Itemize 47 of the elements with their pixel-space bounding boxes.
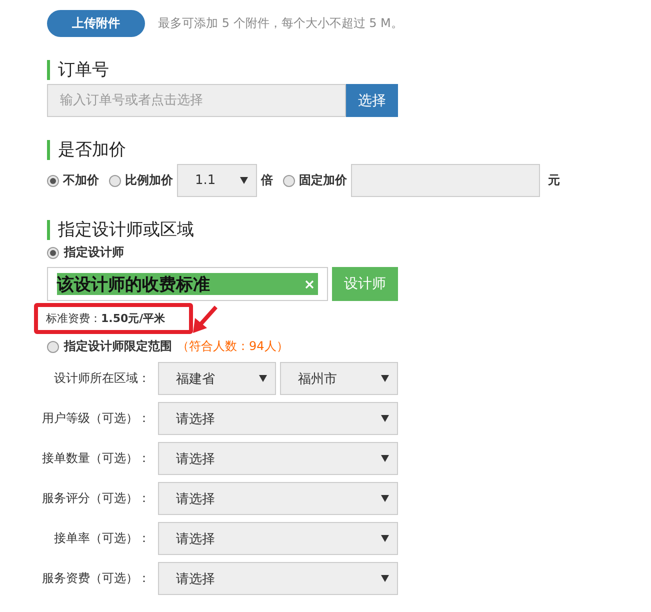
designer-field[interactable]: 该设计师的收费标准 [47,267,328,301]
unit-label: 倍 [261,172,273,189]
radio-label: 比例加价 [125,172,173,189]
fee-text: 标准资费：1.50元/平米 [46,311,166,326]
filter-select[interactable]: 福州市 [280,362,398,395]
radio-label: 固定加价 [299,172,347,189]
designer-tag: 该设计师的收费标准 [57,273,318,295]
filter-select[interactable]: 请选择 [158,482,398,515]
caret-icon [381,575,389,582]
radio-label: 不加价 [63,172,99,189]
filter-select[interactable]: 请选择 [158,402,398,435]
upload-button[interactable]: 上传附件 [47,10,145,37]
caret-icon [381,495,389,502]
filter-label: 服务评分（可选）： [41,490,150,507]
radio-label: 指定设计师限定范围 [64,338,172,355]
caret-icon [240,177,248,184]
ratio-select[interactable]: 1.1 [177,164,257,197]
order-input[interactable]: 输入订单号或者点击选择 [47,84,346,117]
filter-label: 接单数量（可选）： [41,450,150,467]
filter-select[interactable]: 请选择 [158,522,398,555]
radio-button[interactable] [47,340,59,352]
filter-label: 接单率（可选）： [53,530,150,547]
radio-button[interactable] [109,174,121,186]
caret-icon [259,375,267,382]
close-icon[interactable] [305,280,314,288]
unit-label: 元 [548,172,560,189]
upload-hint: 最多可添加 5 个附件，每个大小不超过 5 M。 [158,15,403,32]
filter-select[interactable]: 福建省 [158,362,276,395]
filter-label: 用户等级（可选）： [41,410,150,427]
section-heading: 订单号 [47,60,651,80]
radio-label: 指定设计师 [64,244,124,261]
select-button[interactable]: 选择 [346,84,398,117]
caret-icon [381,535,389,542]
radio-button[interactable] [47,174,59,186]
filter-label: 设计师所在区域： [53,370,150,387]
caret-icon [381,375,389,382]
filter-select[interactable]: 请选择 [158,562,398,595]
match-count: （符合人数：94人） [177,338,288,355]
caret-icon [381,455,389,462]
section-heading: 是否加价 [47,140,651,160]
filter-select[interactable]: 请选择 [158,442,398,475]
caret-icon [381,415,389,422]
amount-input[interactable] [351,164,540,197]
radio-button[interactable] [47,246,59,258]
filter-label: 服务资费（可选）： [41,570,150,587]
section-heading: 指定设计师或区域 [47,220,651,240]
radio-button[interactable] [283,174,295,186]
